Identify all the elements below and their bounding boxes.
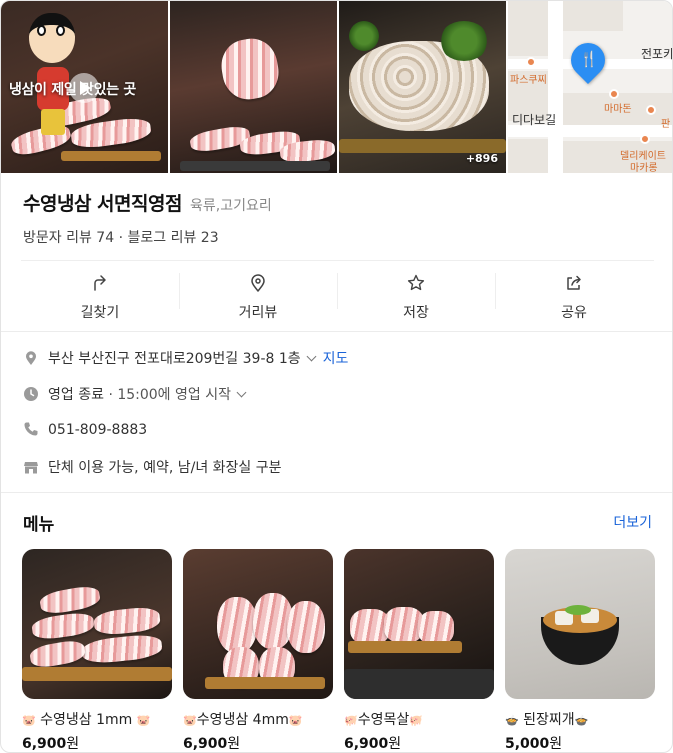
menu-item[interactable]: 🍲 된장찌개🍲 5,000원 <box>505 549 655 752</box>
street-view-button[interactable]: 거리뷰 <box>179 261 337 333</box>
menu-item-price: 5,000 <box>505 736 550 752</box>
place-card: 냉삼이 제일 맛있는 곳 +896 전포카 파스쿠찌 마마돈 디다보길 판 델리… <box>0 0 673 753</box>
share-icon <box>567 275 581 290</box>
store-icon <box>24 462 38 474</box>
review-summary: 방문자 리뷰 74 · 블로그 리뷰 23 <box>23 227 219 247</box>
menu-badge-icon: 🍲 <box>505 714 519 727</box>
menu-badge-icon: 🐖 <box>344 714 358 727</box>
directions-icon <box>94 275 106 291</box>
directions-button[interactable]: 길찾기 <box>21 261 179 333</box>
star-icon <box>407 274 425 291</box>
menu-item-price: 6,900 <box>183 736 228 752</box>
chevron-down-icon[interactable] <box>236 387 247 398</box>
menu-section-title: 메뉴 <box>23 515 55 535</box>
menu-badge-icon: 🍲 <box>574 714 589 727</box>
map-label: 판 <box>661 119 671 130</box>
photo-2[interactable] <box>170 1 337 173</box>
location-icon <box>26 351 36 365</box>
map-thumbnail[interactable]: 전포카 파스쿠찌 마마돈 디다보길 판 델리케이트 마카롱 <box>508 1 673 173</box>
menu-item-name: 된장찌개 <box>523 712 575 728</box>
menu-item-image[interactable] <box>505 549 655 699</box>
price-unit: 원 <box>388 736 402 752</box>
menu-badge-icon: 🐷 <box>288 714 303 727</box>
menu-item-price: 6,900 <box>22 736 67 752</box>
menu-item[interactable]: 🐷 수영냉삼 1mm 🐷 6,900원 <box>22 549 172 752</box>
map-label: 디다보길 <box>512 113 557 127</box>
phone-row: 051-809-8883 <box>23 421 147 438</box>
menu-badge-icon: 🐖 <box>409 714 423 727</box>
video-thumbnail[interactable]: 냉삼이 제일 맛있는 곳 <box>1 1 168 173</box>
menu-item[interactable]: 🐷수영냉삼 4mm🐷 6,900원 <box>183 549 333 752</box>
amenities-row: 단체 이용 가능, 예약, 남/녀 화장실 구분 <box>23 457 282 477</box>
menu-badge-icon: 🐷 <box>136 714 151 727</box>
menu-item-price: 6,900 <box>344 736 389 752</box>
phone-icon <box>24 422 38 436</box>
street-view-icon <box>251 274 265 292</box>
price-unit: 원 <box>549 736 563 752</box>
more-photos-count: +896 <box>465 152 498 165</box>
menu-item-name: 수영냉삼 4mm <box>196 712 289 728</box>
map-label: 마마돈 <box>604 104 632 115</box>
save-label: 저장 <box>403 305 429 321</box>
business-status: 영업 종료 <box>48 387 104 403</box>
photo-strip: 냉삼이 제일 맛있는 곳 +896 전포카 파스쿠찌 마마돈 디다보길 판 델리… <box>1 1 673 173</box>
map-label: 마카롱 <box>630 163 658 173</box>
menu-item-name: 수영냉삼 1mm <box>40 712 133 728</box>
price-unit: 원 <box>66 736 80 752</box>
menu-item-image[interactable] <box>183 549 333 699</box>
map-link[interactable]: 지도 <box>323 351 349 367</box>
chevron-down-icon[interactable] <box>306 351 317 362</box>
address-text: 부산 부산진구 전포대로209번길 39-8 1층 <box>48 351 301 367</box>
photo-3[interactable]: +896 <box>339 1 506 173</box>
clock-icon <box>24 387 38 401</box>
phone-number[interactable]: 051-809-8883 <box>48 422 147 438</box>
menu-badge-icon: 🐷 <box>22 714 36 727</box>
menu-more-link[interactable]: 더보기 <box>613 512 652 532</box>
save-button[interactable]: 저장 <box>337 261 495 333</box>
action-bar: 길찾기 거리뷰 저장 공유 <box>21 260 654 332</box>
menu-item-image[interactable] <box>22 549 172 699</box>
business-hours: · 15:00에 영업 시작 <box>108 387 231 403</box>
blog-reviews-link[interactable]: 블로그 리뷰 23 <box>127 230 218 246</box>
amenities-text: 단체 이용 가능, 예약, 남/녀 화장실 구분 <box>48 460 282 476</box>
visitor-reviews-link[interactable]: 방문자 리뷰 74 <box>23 230 114 246</box>
menu-item-image[interactable] <box>344 549 494 699</box>
place-name[interactable]: 수영냉삼 서면직영점 <box>23 193 182 215</box>
map-label: 파스쿠찌 <box>510 75 547 86</box>
character-figure <box>29 13 75 63</box>
price-unit: 원 <box>227 736 241 752</box>
play-icon[interactable] <box>69 73 99 103</box>
place-header: 수영냉삼 서면직영점 육류,고기요리 <box>23 189 272 216</box>
address-row: 부산 부산진구 전포대로209번길 39-8 1층 지도 <box>23 348 348 368</box>
place-category: 육류,고기요리 <box>190 198 272 214</box>
map-label: 전포카 <box>641 47 673 61</box>
section-divider <box>1 492 672 493</box>
section-divider <box>1 331 672 332</box>
street-view-label: 거리뷰 <box>238 305 278 321</box>
menu-item-name: 수영목살 <box>357 712 410 728</box>
share-button[interactable]: 공유 <box>495 261 653 333</box>
review-separator: · <box>118 230 124 246</box>
menu-badge-icon: 🐷 <box>183 714 197 727</box>
hours-row[interactable]: 영업 종료 · 15:00에 영업 시작 <box>23 384 253 404</box>
share-label: 공유 <box>561 305 587 321</box>
directions-label: 길찾기 <box>80 305 120 321</box>
menu-item[interactable]: 🐖수영목살🐖 6,900원 <box>344 549 494 752</box>
